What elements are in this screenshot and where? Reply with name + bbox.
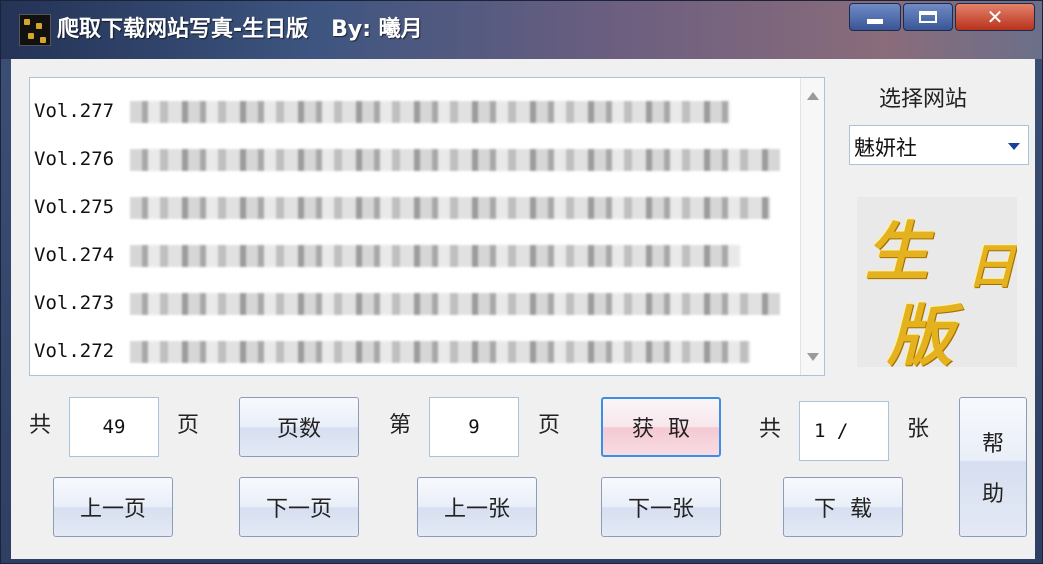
current-page-prefix: 第 [389,413,412,438]
redacted-text [130,149,780,171]
list-item-label: Vol.276 [34,148,115,170]
total-pages-prefix: 共 [29,413,52,438]
redacted-text [130,101,730,123]
dropdown-arrow-icon[interactable] [1008,143,1020,150]
minimize-icon [867,18,883,24]
redacted-text [130,341,750,363]
site-selected-value: 魅妍社 [854,136,917,160]
list-scrollbar[interactable] [800,78,824,375]
birthday-image: 生 日 版 [857,197,1017,367]
fetch-button[interactable]: 获 取 [601,397,721,457]
client-area: Vol.277 Vol.276 Vol.275 Vol.274 Vol.273 … [11,59,1035,559]
maximize-button[interactable] [903,3,953,31]
scroll-up-arrow-icon[interactable] [807,92,819,100]
list-item[interactable]: Vol.272 [34,336,114,366]
redacted-text [130,293,780,315]
prev-page-button[interactable]: 上一页 [53,477,173,537]
current-page-field[interactable]: 9 [429,397,519,457]
next-page-button[interactable]: 下一页 [239,477,359,537]
minimize-button[interactable] [849,3,901,31]
app-icon [19,14,51,46]
image-count-suffix: 张 [907,417,930,442]
image-char: 日 [967,239,1016,295]
list-item-label: Vol.275 [34,196,115,218]
next-image-button[interactable]: 下一张 [601,477,721,537]
list-item[interactable]: Vol.275 [34,192,114,222]
image-count-field[interactable]: 1 / [799,401,889,461]
list-item-label: Vol.273 [34,292,115,314]
redacted-text [130,245,740,267]
maximize-icon [919,11,937,23]
current-page-suffix: 页 [538,413,561,438]
help-button[interactable]: 帮 助 [959,397,1027,537]
image-count-prefix: 共 [759,417,782,442]
list-item[interactable]: Vol.277 [34,96,114,126]
list-item[interactable]: Vol.276 [34,144,114,174]
list-item-label: Vol.277 [34,100,115,122]
app-window: 爬取下载网站写真-生日版 By: 曦月 ✕ Vol.277 Vol.276 Vo… [0,0,1043,564]
page-count-button[interactable]: 页数 [239,397,359,457]
total-pages-field[interactable]: 49 [69,397,159,457]
prev-image-button[interactable]: 上一张 [417,477,537,537]
site-select[interactable]: 魅妍社 [849,125,1029,165]
window-title: 爬取下载网站写真-生日版 By: 曦月 [57,17,423,42]
download-button[interactable]: 下 载 [783,477,903,537]
scroll-down-arrow-icon[interactable] [807,353,819,361]
close-icon: ✕ [986,5,1004,29]
site-label: 选择网站 [879,87,968,112]
help-label: 助 [981,482,1004,507]
total-pages-suffix: 页 [177,413,200,438]
title-bar[interactable]: 爬取下载网站写真-生日版 By: 曦月 ✕ [1,1,1042,59]
help-label: 帮 [981,432,1004,457]
list-item[interactable]: Vol.274 [34,240,114,270]
redacted-text [130,197,770,219]
close-button[interactable]: ✕ [955,3,1035,31]
image-char: 生 [865,215,929,290]
image-char: 版 [887,297,953,367]
album-list[interactable]: Vol.277 Vol.276 Vol.275 Vol.274 Vol.273 … [29,77,825,376]
list-item[interactable]: Vol.273 [34,288,114,318]
list-item-label: Vol.274 [34,244,115,266]
list-item-label: Vol.272 [34,340,115,362]
